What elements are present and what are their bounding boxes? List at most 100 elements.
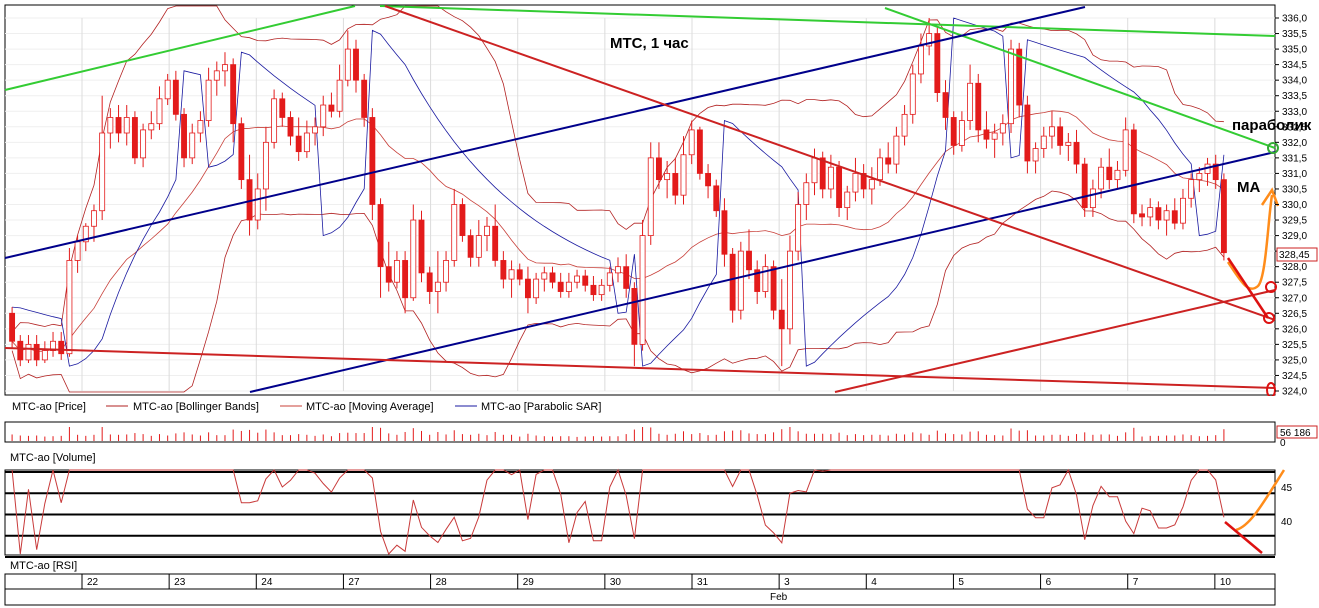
rsi-panel [4, 469, 1276, 556]
candle-body [1040, 135, 1047, 149]
candle-body [631, 288, 638, 345]
day-label: 24 [261, 577, 273, 588]
candle-body [189, 132, 196, 159]
candle-body [606, 272, 613, 286]
candle-body [615, 266, 621, 274]
candle-body [557, 281, 564, 292]
day-label: 6 [1046, 577, 1052, 588]
candle-body [25, 343, 32, 361]
candle-body [33, 343, 40, 361]
candle-body [1220, 179, 1227, 254]
candle-body [795, 204, 802, 252]
candle-body [516, 269, 523, 280]
candle-body [647, 157, 654, 236]
candle-body [1081, 163, 1088, 209]
price-tick-label: 334,5 [1282, 60, 1307, 71]
candle-body [475, 235, 482, 258]
candle-body [426, 272, 433, 292]
day-label: 22 [87, 577, 99, 588]
candle-body [811, 157, 818, 184]
rsi-tick-40: 40 [1281, 517, 1293, 528]
day-label: 29 [523, 577, 535, 588]
candle-body [1008, 48, 1014, 125]
candle-body [1147, 207, 1154, 218]
candle-body [287, 117, 294, 137]
day-label: 5 [958, 577, 964, 588]
price-tick-label: 327,5 [1282, 278, 1307, 289]
last-price-label: 328,45 [1279, 250, 1310, 261]
candle-body [1098, 166, 1105, 190]
candle-body [942, 92, 949, 118]
candle-body [582, 275, 589, 286]
chart-canvas: 336,0335,5335,0334,5334,0333,5333,0332,5… [4, 4, 1318, 606]
candle-body [222, 64, 228, 72]
candle-body [664, 173, 671, 181]
candle-body [737, 250, 744, 311]
price-tick-label: 325,5 [1282, 340, 1307, 351]
candle-body [385, 266, 392, 283]
candle-body [1032, 148, 1039, 162]
price-tick-label: 330,5 [1282, 184, 1307, 195]
price-tick-label: 329,0 [1282, 231, 1307, 242]
candle-body [1106, 166, 1113, 181]
rsi-tick-45: 45 [1281, 483, 1293, 494]
candle-body [1180, 197, 1186, 224]
candle-body [778, 309, 785, 330]
candle-body [197, 120, 204, 134]
candle-body [1196, 173, 1203, 181]
candle-body [1089, 188, 1096, 209]
candle-body [1057, 126, 1064, 146]
candle-body [565, 281, 572, 292]
candle-body [172, 79, 179, 115]
candle-body [885, 157, 892, 165]
candle-body [696, 129, 703, 174]
candle-body [262, 141, 269, 190]
candle-body [131, 117, 138, 159]
candle-body [688, 129, 695, 156]
candle-body [901, 113, 908, 137]
candle-body [991, 132, 998, 140]
candle-body [295, 135, 302, 153]
volume-zero-tick: 0 [1280, 438, 1286, 449]
candle-body [787, 250, 793, 330]
candle-body [312, 126, 318, 134]
day-label: 27 [348, 577, 360, 588]
candle-body [958, 120, 965, 146]
candle-body [1024, 104, 1031, 162]
price-tick-label: 324,0 [1282, 387, 1307, 398]
candle-body [393, 260, 400, 283]
price-tick-label: 328,0 [1282, 262, 1307, 273]
legend-sar: MTC-ao [Parabolic SAR] [481, 401, 601, 413]
candle-body [598, 284, 605, 296]
candle-body [868, 179, 875, 190]
candle-body [729, 253, 736, 311]
candle-body [549, 272, 556, 283]
candle-body [451, 204, 458, 261]
candle-body [107, 117, 114, 134]
volume-title: MTC-ao [Volume] [10, 452, 96, 464]
candle-body [541, 272, 548, 280]
candle-body [1065, 141, 1072, 146]
legend-ma: MTC-ao [Moving Average] [306, 401, 434, 413]
candle-body [975, 82, 982, 131]
price-tick-label: 333,5 [1282, 91, 1307, 102]
candle-body [672, 173, 679, 196]
candle-body [819, 157, 826, 190]
candle-body [492, 225, 499, 261]
candle-body [950, 117, 957, 146]
price-tick-label: 331,0 [1282, 169, 1307, 180]
candle-body [271, 98, 278, 143]
candle-body [115, 117, 122, 134]
candle-body [336, 79, 343, 112]
candle-body [1073, 141, 1080, 165]
candle-body [836, 166, 843, 209]
day-label: 30 [610, 577, 622, 588]
candle-body [508, 269, 515, 280]
candle-body [844, 191, 851, 209]
candle-body [467, 235, 474, 258]
candle-body [500, 260, 507, 280]
candle-body [402, 260, 409, 299]
candle-body [361, 79, 368, 118]
candle-body [1155, 207, 1162, 221]
chart-title: МТС, 1 час [610, 35, 689, 52]
